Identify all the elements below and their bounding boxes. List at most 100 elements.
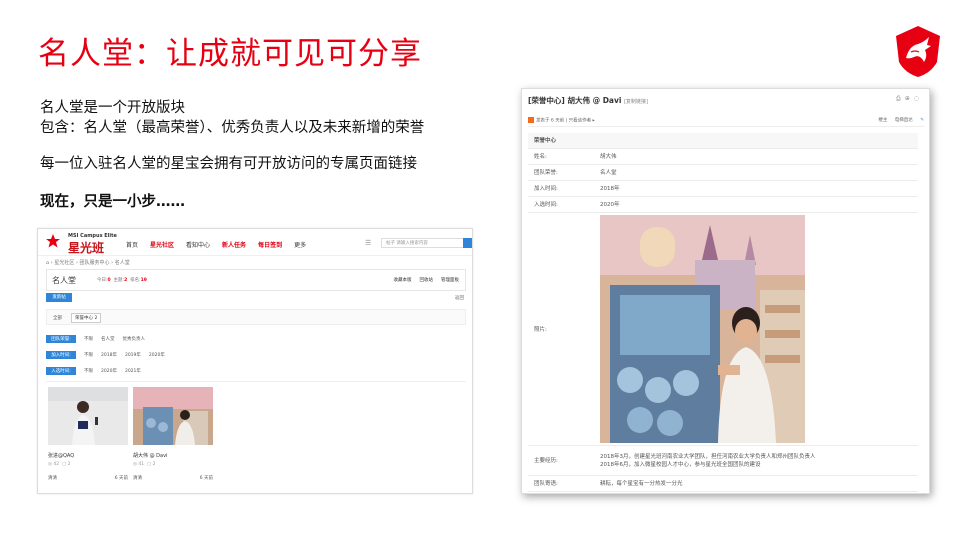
tab-count: 2 [94,316,98,321]
honor-table: 荣誉中心 姓名: 胡大伟 团队荣誉: 名人堂 加入时间: 2018年 入选时间: 202… [528,133,918,492]
divider [46,381,466,382]
nav-item[interactable]: 每日签到 [258,240,282,249]
field-value: 胡大伟 [594,148,918,165]
post-card[interactable]: 胡大伟 @ Davi ◎ 41 ▢ 2 清清 6 天前 [133,387,213,485]
post-meta: ◎ 42 ▢ 2 [48,462,71,467]
recycle-bin-link[interactable]: 回收站 [420,277,434,283]
stat-label: 今日: [97,278,108,283]
experience-line: 2018年6月，加入微星校园人才中心，参与星光班全国团队的建设 [600,462,761,468]
filter-option[interactable]: 名人堂 [101,336,115,342]
thread-title-text: [荣誉中心] 胡大伟 @ Davi [528,96,622,105]
author-avatar-icon [528,117,534,123]
posted-time: 发表于 6 天前 [536,118,565,124]
board-links: 收藏本版 回收站 管理面板 [394,277,460,283]
breadcrumb: ⌂ › 星光社区 › 团队服务中心 › 名人堂 [46,260,130,266]
filter-option[interactable]: 不限 [84,336,93,342]
star-logo-icon [46,234,60,248]
detail-screenshot: [荣誉中心] 胡大伟 @ Davi [复制链接] ⎙⊕◌ 发表于 6 天前 | … [521,88,930,494]
intro-line: 名人堂是一个开放版块 [40,100,185,116]
intro-text: 名人堂是一个开放版块 包含：名人堂（最高荣誉）、优秀负责人以及未来新增的荣誉 每… [40,98,424,212]
field-label: 姓名: [528,148,594,165]
nav-item[interactable]: 更多 [294,240,306,249]
elevator-link[interactable]: 电梯直达 [895,118,913,123]
pen-icon[interactable]: ✎ [920,118,924,123]
filter-label: 入选时间: [46,366,76,375]
experience-line: 2018年3月，创建星光班河南农业大学团队，担任河南农业大学负责人和郑州团队负责… [600,454,816,460]
post-info-bar: 发表于 6 天前 | 只看该作者 ▸ 楼主 电梯直达 ✎ [528,115,924,127]
return-link[interactable]: 返回 [455,295,464,301]
views: 41 [138,462,145,467]
brand-name[interactable]: 星光班 [68,239,104,256]
only-author-link[interactable]: 只看该作者 [569,119,592,124]
toolbar-icons: ⎙⊕◌ [896,95,923,103]
menu-icon[interactable]: ☰ [365,239,371,247]
field-label: 团队荣誉: [528,164,594,181]
favorite-icon[interactable]: ◌ [914,95,923,102]
search-input[interactable]: 帖子 请输入搜索内容 [381,238,466,248]
category-tabs: 全部 荣誉中心 2 [46,309,466,325]
new-post-button[interactable]: 发新帖 [46,293,72,302]
intro-line-bold: 现在，只是一小步…… [40,194,185,210]
filter-option[interactable]: 2020年 [149,352,165,358]
floor-links: 楼主 电梯直达 ✎ [872,117,924,123]
honoree-photo[interactable] [600,214,805,443]
stat-value: 19 [140,278,147,283]
post-author: 清清 6 天前 [133,475,213,481]
filter-option[interactable]: 2020年 [101,368,117,374]
intro-line: 包含：名人堂（最高荣誉）、优秀负责人以及未来新增的荣誉 [40,120,425,136]
slide-title: 名人堂：让成就可见可分享 [38,36,422,72]
post-thumbnail[interactable] [133,387,213,445]
nav-item[interactable]: 首页 [126,240,138,249]
filter-option[interactable]: 不限 [84,368,93,374]
tab-label: 荣誉中心 [75,316,93,321]
author-name[interactable]: 清清 [133,475,142,481]
board-title: 名人堂 [52,276,76,285]
field-value: 2018年 [594,180,918,197]
print-icon[interactable]: ⎙ [896,95,905,102]
filter-label: 团队荣誉: [46,334,76,343]
replies: 2 [152,462,156,467]
field-value: 耕耘，每个星宝有一分热发一分光 [594,475,918,492]
floor-label: 楼主 [878,118,888,123]
photo-cell [594,212,918,446]
share-icon[interactable]: ⊕ [905,95,914,102]
favorite-board-link[interactable]: 收藏本版 [394,277,412,283]
forum-header: MSI Campus Elite 星光班 首页 星光社区 看知中心 新人任务 每… [38,229,472,256]
section-title: 荣誉中心 [528,133,918,149]
filter-row: 加入时间: 不限 2018年 2019年 2020年 [46,350,165,359]
search-button[interactable] [463,238,472,248]
experience-cell: 2018年3月，创建星光班河南农业大学团队，担任河南农业大学负责人和郑州团队负责… [594,445,918,476]
manage-panel-link[interactable]: 管理面板 [441,277,459,283]
post-title[interactable]: 胡大伟 @ Davi [133,452,213,459]
stat-label: 排名: [130,278,141,283]
views: 42 [53,462,60,467]
post-card[interactable]: 张进@QAQ ◎ 42 ▢ 2 清清 6 天前 [48,387,128,485]
field-value: 名人堂 [594,164,918,181]
filter-option[interactable]: 优秀负责人 [123,336,146,342]
filter-option[interactable]: 不限 [84,352,93,358]
thread-title: [荣誉中心] 胡大伟 @ Davi [复制链接] [528,95,648,106]
filter-option[interactable]: 2018年 [101,352,117,358]
nav-item[interactable]: 看知中心 [186,240,210,249]
field-label: 照片: [528,212,594,446]
replies: 2 [67,462,71,467]
copy-link[interactable]: [复制链接] [624,99,648,105]
filter-option[interactable]: 2019年 [125,352,141,358]
stat-value: 2 [124,278,128,283]
post-meta: ◎ 41 ▢ 2 [133,462,156,467]
tab-honor-center[interactable]: 荣誉中心 2 [71,313,102,323]
forum-nav: 首页 星光社区 看知中心 新人任务 每日签到 更多 [126,240,306,249]
msi-dragon-shield-icon [896,26,940,77]
tab-all[interactable]: 全部 [53,315,62,321]
post-title[interactable]: 张进@QAQ [48,452,128,459]
post-info: 发表于 6 天前 | 只看该作者 ▸ [528,117,595,124]
post-thumbnail[interactable] [48,387,128,445]
field-label: 主要经历: [528,445,594,476]
filter-option[interactable]: 2021年 [125,368,141,374]
filter-row: 入选时间: 不限 2020年 2021年 [46,366,141,375]
nav-item[interactable]: 星光社区 [150,240,174,249]
field-label: 团队寄语: [528,475,594,492]
nav-item[interactable]: 新人任务 [222,240,246,249]
post-author: 清清 6 天前 [48,475,128,481]
author-name[interactable]: 清清 [48,475,57,481]
